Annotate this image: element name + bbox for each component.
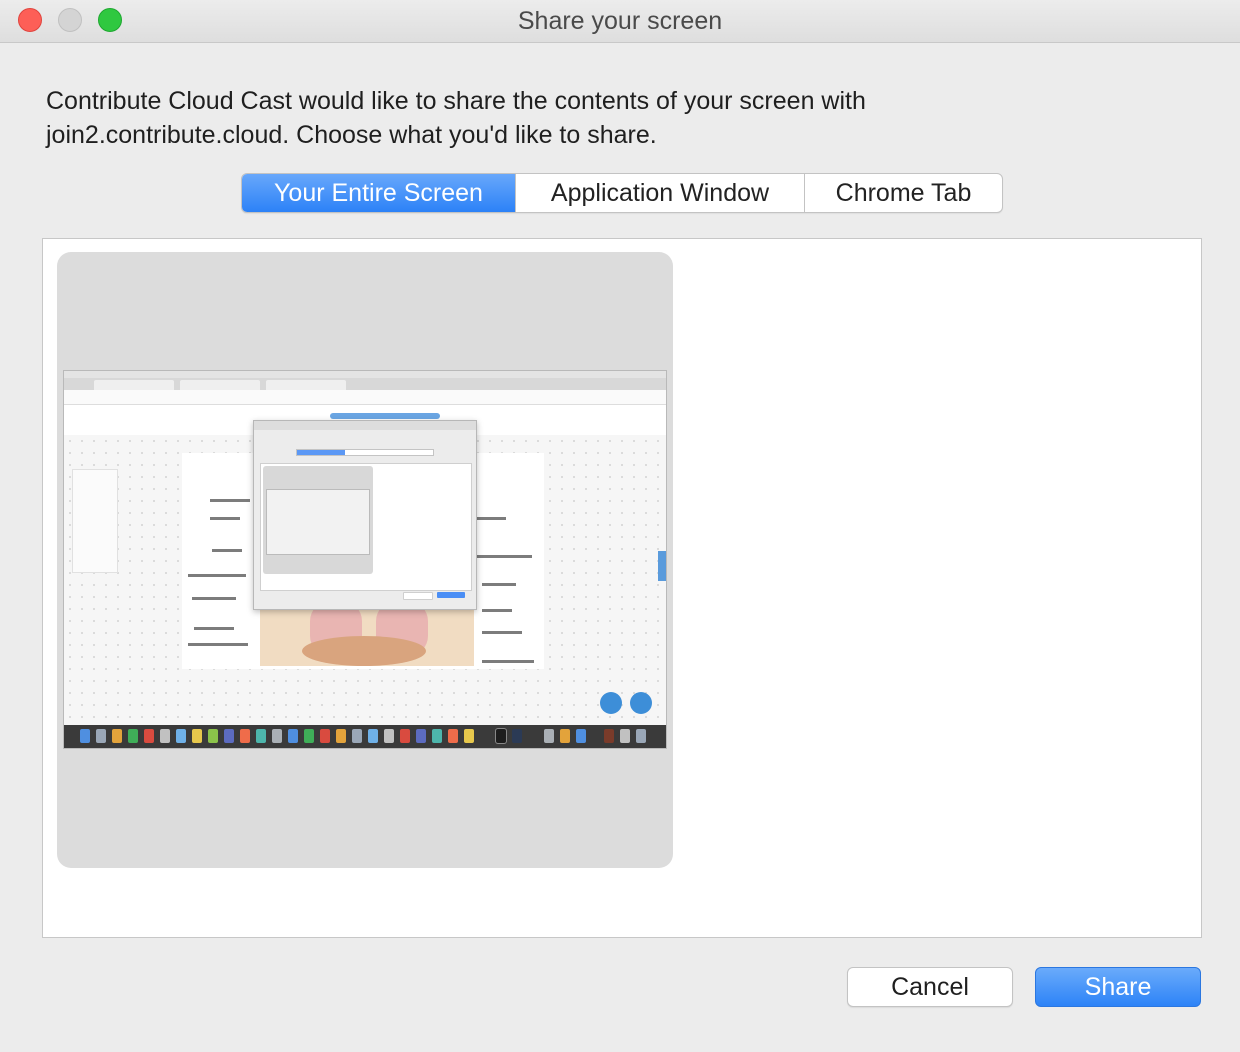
share-button[interactable]: Share: [1035, 967, 1201, 1007]
message-line-1: Contribute Cloud Cast would like to shar…: [46, 87, 866, 115]
tab-entire-screen[interactable]: Your Entire Screen: [242, 174, 516, 212]
source-type-tabs: Your Entire Screen Application Window Ch…: [241, 173, 1003, 213]
source-list-panel: [42, 238, 1202, 938]
share-screen-dialog: Share your screen Contribute Cloud Cast …: [0, 0, 1240, 1052]
message-line-2: join2.contribute.cloud. Choose what you'…: [46, 121, 657, 149]
tab-chrome-tab[interactable]: Chrome Tab: [805, 174, 1002, 212]
tab-application-window[interactable]: Application Window: [516, 174, 805, 212]
title-bar: Share your screen: [0, 0, 1240, 43]
screen-source-tile[interactable]: [57, 252, 673, 868]
cancel-button[interactable]: Cancel: [847, 967, 1013, 1007]
share-prompt-message: Contribute Cloud Cast would like to shar…: [46, 84, 1146, 152]
screen-thumbnail: [64, 371, 666, 748]
window-title: Share your screen: [517, 7, 723, 35]
